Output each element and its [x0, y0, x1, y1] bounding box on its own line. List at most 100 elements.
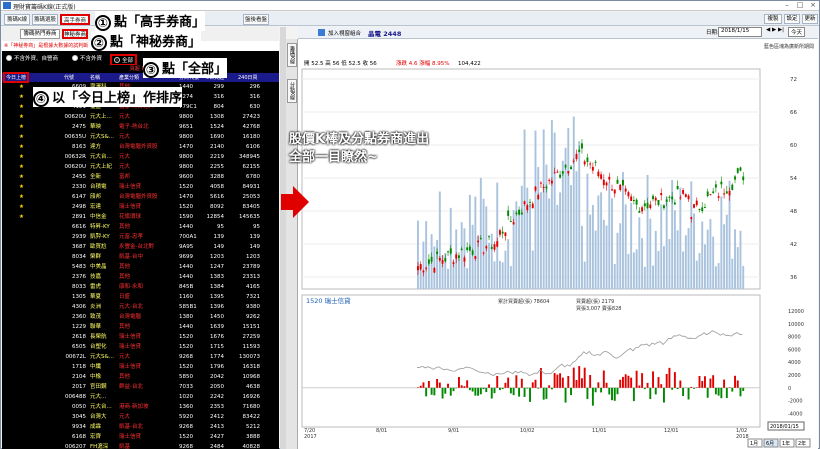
volume-bar: [657, 250, 660, 289]
table-row[interactable]: 6505 台塑化 瑞士信貸 1520 1715 11593: [2, 342, 279, 352]
filter-excl-foreign-dealer[interactable]: 不含外資、自營商: [6, 54, 58, 62]
volume-bar: [425, 221, 428, 289]
table-row[interactable]: ★ 2891 中信金 花旗環球 1590 12854 145635: [2, 212, 279, 222]
table-row[interactable]: 006207 FH滬深 凱基 9268 2484 40828: [2, 442, 279, 449]
table-row[interactable]: 1229 聯華 其他 1440 1639 15151: [2, 322, 279, 332]
cell-ind: 台灣電腦外資股: [119, 144, 158, 150]
volume-bar: [422, 241, 425, 289]
cell-code: 1305: [72, 294, 86, 300]
candle-body: [657, 199, 660, 205]
table-row[interactable]: 2017 官田鋼 群益-台北 7033 2050 4638: [2, 382, 279, 392]
app-icon: [3, 2, 11, 9]
table-row[interactable]: ★ 2455 全新 富邦 9600 3288 6780: [2, 172, 279, 182]
vtab-chip-k[interactable]: 籌碼K線: [287, 43, 297, 68]
cell-v1: 3288: [210, 174, 224, 180]
cell-ind: 瑞士信貸: [119, 434, 142, 440]
tab-expert-brokers[interactable]: 高手券商: [60, 14, 90, 25]
tab-chip-kline[interactable]: 籌碼K線: [4, 14, 30, 25]
cell-name: 台灣大: [90, 414, 107, 420]
table-row[interactable]: 8033 雷虎 康和-永和 845B 1384 4165: [2, 282, 279, 292]
maximize-button[interactable]: □: [794, 1, 806, 10]
buysell-bar: [548, 385, 551, 388]
tab-hot-brokers[interactable]: 籌碼熱門券商: [20, 29, 60, 39]
table-row[interactable]: 2376 技嘉 其他 1440 1383 23313: [2, 272, 279, 282]
candle-body: [512, 222, 515, 225]
date-nav-icons[interactable]: ◀ ▶ ▶|: [766, 27, 784, 33]
cell-name: 炎洲: [90, 304, 102, 310]
table-row[interactable]: ★ 00620U 元大上... 元大 9800 1308 27423: [2, 112, 279, 122]
table-row[interactable]: 1718 中纖 瑞士信貸 1520 1796 16318: [2, 362, 279, 372]
filter-excl-foreign[interactable]: 不含外資: [72, 54, 102, 62]
table-row[interactable]: 5483 中美晶 其他 1440 1247 23789: [2, 262, 279, 272]
cell-name: 凱羿-KY: [90, 234, 110, 240]
buysell-bar: [427, 381, 430, 388]
stock-label: 晶電 2448: [368, 30, 402, 38]
col-industry[interactable]: 產業分類: [119, 74, 139, 81]
table-row[interactable]: 2618 長榮航 瑞士信貸 1520 1676 27259: [2, 332, 279, 342]
table-row[interactable]: 2939 凱羿-KY 元富-忠孝 700A1 139 139: [2, 232, 279, 242]
table-row[interactable]: 3045 台灣大 元大 5920 2412 83422: [2, 412, 279, 422]
candle-body: [649, 204, 652, 209]
cell-bc: 1160: [179, 294, 193, 300]
col-name[interactable]: 名稱: [90, 74, 100, 81]
candle-body: [742, 176, 745, 181]
add-window-icon[interactable]: [318, 29, 325, 36]
candle-body: [638, 210, 641, 213]
candle-body: [458, 255, 460, 258]
add-window-label[interactable]: 加入視窗組合: [328, 29, 361, 37]
table-row[interactable]: ★ 6147 頎邦 台灣電腦外資股 1470 5616 25053: [2, 192, 279, 202]
table-row[interactable]: 00672L 元大S&... 元大 9268 1774 130073: [2, 352, 279, 362]
x-tick-year: 2018: [736, 434, 749, 440]
buysell-bar: [501, 387, 504, 389]
table-row[interactable]: ★ 00620U 元大上紀 元大 9800 2255 62155: [2, 162, 279, 172]
volume-bar: [649, 218, 652, 289]
table-row[interactable]: 2104 中橡 其他 5850 2042 10968: [2, 372, 279, 382]
minimize-button[interactable]: –: [781, 1, 793, 10]
close-button[interactable]: ×: [807, 1, 819, 10]
vtab-broker-k[interactable]: 分點K線: [287, 79, 297, 104]
candle-body: [433, 268, 436, 273]
table-row[interactable]: 0050 元大台... 港商-新加坡 1360 2353 71680: [2, 402, 279, 412]
table-row[interactable]: ★ 2330 台積電 瑞士信貸 1520 4058 84931: [2, 182, 279, 192]
buysell-bar: [559, 373, 562, 388]
buysell-bar: [447, 383, 449, 388]
tab-after-hours[interactable]: 盤後看盤: [243, 14, 269, 25]
table-row[interactable]: ★ 00632R 元大台... 元大 9800 2219 348945: [2, 152, 279, 162]
cell-name: 中橡: [90, 374, 102, 380]
table-row[interactable]: 2360 致茂 台灣電腦 1380 1450 9262: [2, 312, 279, 322]
candle-body: [553, 172, 556, 174]
table-row[interactable]: ★ 2498 宏達 瑞士信貸 1520 8092 83405: [2, 202, 279, 212]
table-row[interactable]: ★ 8163 達方 台灣電腦外資股 1470 2140 6106: [2, 142, 279, 152]
cell-v2: 16926: [242, 394, 261, 400]
table-row[interactable]: 3687 歐買尬 永豐金-台北對 9A95 149 149: [2, 242, 279, 252]
cell-ind: 凱基-台中: [119, 254, 143, 260]
table-row[interactable]: 6616 特昇-KY 其他 1440 95 95: [2, 222, 279, 232]
update-button[interactable]: 更新: [802, 14, 818, 24]
cell-name: 元大台...: [90, 154, 112, 160]
table-row[interactable]: ★ 00635U 元大S&... 元大 9800 1690 16180: [2, 132, 279, 142]
table-row[interactable]: 8034 榮群 凱基-台中 9699 1203 1203: [2, 252, 279, 262]
date-input[interactable]: 2018/1/15: [718, 27, 762, 37]
volume-bar: [624, 204, 627, 289]
table-row[interactable]: ★ 2475 華映 電子-熱台北 9651 1524 42768: [2, 122, 279, 132]
cell-ind: 富邦: [119, 174, 131, 180]
volume-bar: [619, 223, 622, 289]
cell-ind: 瑞士信貸: [119, 204, 142, 210]
table-row[interactable]: 1305 華夏 日盛 1160 1395 7321: [2, 292, 279, 302]
table-row[interactable]: 006488 元大... 1020 2242 16926: [2, 392, 279, 402]
col-code[interactable]: 代號: [64, 74, 74, 81]
table-row[interactable]: 9934 成霖 凱基-台北 9268 2413 5212: [2, 422, 279, 432]
table-row[interactable]: 6168 宏齊 瑞士信貸 1520 2427 3888: [2, 432, 279, 442]
col-240day-buy[interactable]: 240日買: [238, 74, 258, 81]
buysell-bar: [419, 385, 422, 388]
today-button[interactable]: 今天: [788, 27, 806, 37]
tab-chip-screener[interactable]: 籌碼選股: [32, 14, 58, 25]
copy-button[interactable]: 複製: [764, 14, 782, 24]
broker-panel-frame: [301, 294, 761, 428]
tab-mystery-brokers[interactable]: 神秘券商: [62, 29, 88, 39]
table-row[interactable]: 4306 炎洲 元大-台北 585B1 1396 9380: [2, 302, 279, 312]
cell-v1: 95: [217, 224, 224, 230]
candle-body: [477, 240, 480, 243]
settings-button[interactable]: 設定: [784, 14, 800, 24]
chart-note: 藍色區塊為廣新所期間: [764, 43, 814, 50]
